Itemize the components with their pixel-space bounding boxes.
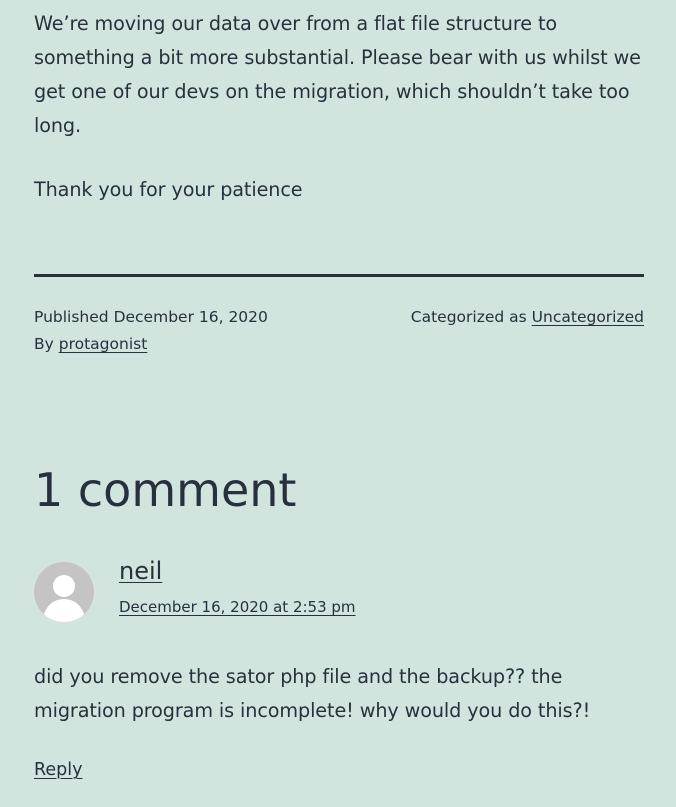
post-paragraph: We’re moving our data over from a flat f…: [34, 12, 641, 137]
author-link[interactable]: protagonist: [59, 335, 148, 353]
post-footer-separator: [34, 274, 644, 277]
posted-on: Published December 16, 2020: [34, 304, 268, 331]
published-date: December 16, 2020: [113, 308, 268, 326]
comment-author-name[interactable]: neil: [119, 554, 162, 588]
category-link[interactable]: Uncategorized: [532, 308, 644, 326]
default-user-avatar-icon: [34, 562, 94, 622]
categorized-label: Categorized as: [410, 308, 527, 326]
comment-author: neil December 16, 2020 at 2:53 pm: [34, 557, 644, 624]
comment-date-link[interactable]: December 16, 2020 at 2:53 pm: [119, 595, 356, 619]
categories: Categorized as Uncategorized: [411, 304, 644, 331]
post-meta: Published December 16, 2020 Categorized …: [34, 304, 644, 358]
post-content: We’re moving our data over from a flat f…: [34, 0, 644, 207]
by-label: By: [34, 335, 54, 353]
reply-link[interactable]: Reply: [34, 756, 82, 784]
comments-title: 1 comment: [34, 463, 297, 517]
byline: By protagonist: [34, 331, 147, 358]
comment-text: did you remove the sator php file and th…: [34, 665, 591, 722]
post-paragraph: Thank you for your patience: [34, 178, 303, 201]
published-label: Published: [34, 308, 109, 326]
